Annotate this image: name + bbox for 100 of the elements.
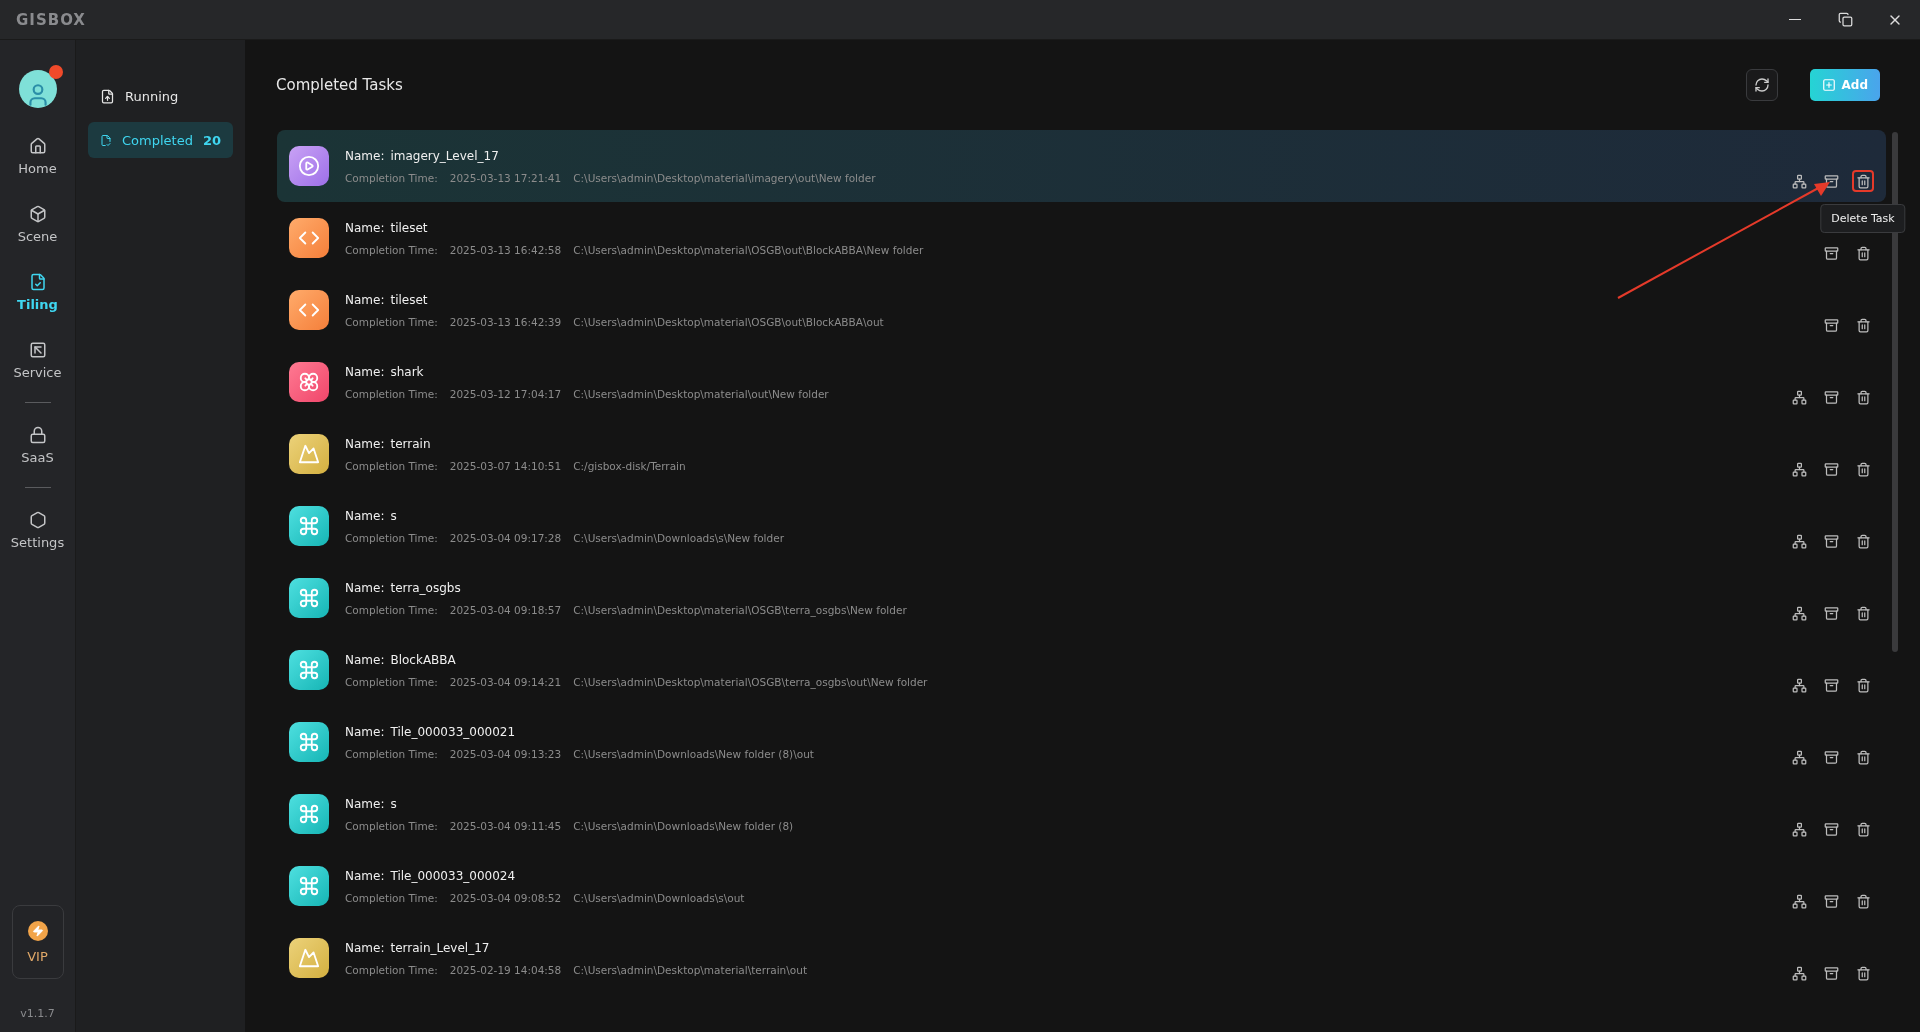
nav-item[interactable]: Scene [0,190,76,258]
name-label: Name: [345,580,385,595]
lightning-icon [27,920,48,941]
time-label: Completion Time: [345,531,438,544]
subnav-item[interactable]: Running [88,78,233,114]
name-label: Name: [345,220,385,235]
completion-time: 2025-03-04 09:14:21 [449,675,562,688]
file-icon [100,132,112,148]
app-logo: GISBOX [16,10,86,29]
task-name: tileset [390,220,428,235]
completion-time: 2025-03-13 16:42:58 [449,243,562,256]
time-label: Completion Time: [345,243,438,256]
name-label: Name: [345,724,385,739]
time-label: Completion Time: [345,747,438,760]
time-label: Completion Time: [345,459,438,472]
nav-item[interactable]: Settings [0,496,76,564]
completion-time: 2025-03-13 17:21:41 [449,171,562,184]
nav-item[interactable]: SaaS [0,411,76,479]
output-path: C:\Users\admin\Desktop\material\terrain\out [573,963,807,976]
notification-badge [48,65,63,79]
time-label: Completion Time: [345,315,438,328]
task-name: s [390,508,397,523]
code-icon [289,218,329,258]
time-label: Completion Time: [345,603,438,616]
refresh-icon [1753,77,1770,93]
nav-item[interactable]: Service [0,326,76,394]
output-path: C:\Users\admin\Desktop\material\OSGB\terra_osgbs\out\New folder [573,675,928,688]
time-label: Completion Time: [345,387,438,400]
time-label: Completion Time: [345,819,438,832]
output-path: C:\Users\admin\Downloads\New folder (8) [573,819,794,832]
file-icon [100,88,115,104]
task-name: terrain [390,436,431,451]
plus-icon [1821,78,1836,92]
command-icon [289,650,329,690]
home-icon [28,136,47,155]
hexagon-icon [28,510,47,529]
completion-time: 2025-03-04 09:11:45 [449,819,562,832]
mountain-icon [289,434,329,474]
output-path: C:\Users\admin\Desktop\material\out\New folder [573,387,829,400]
task-name: imagery_Level_17 [390,148,499,163]
arrow-square-icon [28,340,47,359]
completion-time: 2025-03-13 16:42:39 [449,315,562,328]
command-icon [289,578,329,618]
version-label: v1.1.7 [20,1007,55,1020]
name-label: Name: [345,292,385,307]
restore-icon [1837,12,1853,27]
completion-time: 2025-03-04 09:17:28 [449,531,562,544]
output-path: C:\Users\admin\Desktop\material\OSGB\out\BlockABBA\New folder [573,243,924,256]
name-label: Name: [345,868,385,883]
file-check-icon [28,272,47,291]
completion-time: 2025-03-04 09:08:52 [449,891,562,904]
name-label: Name: [345,796,385,811]
vip-button[interactable]: VIP [11,905,64,979]
name-label: Name: [345,364,385,379]
time-label: Completion Time: [345,171,438,184]
subnav-item[interactable]: Completed 20 [88,122,233,158]
task-name: Tile_000033_000021 [390,724,516,739]
time-label: Completion Time: [345,675,438,688]
command-icon [289,722,329,762]
output-path: C:\Users\admin\Desktop\material\OSGB\out\BlockABBA\out [573,315,884,328]
user-avatar[interactable] [18,70,57,108]
output-path: C:\Users\admin\Desktop\material\OSGB\terra_osgbs\New folder [573,603,907,616]
task-name: Tile_000033_000024 [390,868,516,883]
completion-time: 2025-02-19 14:04:58 [449,963,562,976]
name-label: Name: [345,940,385,955]
task-name: BlockABBA [390,652,456,667]
task-count: 20 [202,132,221,148]
refresh-button[interactable] [1745,69,1778,101]
completion-time: 2025-03-04 09:13:23 [449,747,562,760]
completion-time: 2025-03-12 17:04:17 [449,387,562,400]
time-label: Completion Time: [345,963,438,976]
output-path: C:/gisbox-disk/Terrain [573,459,686,472]
task-name: shark [390,364,424,379]
code-icon [289,290,329,330]
name-label: Name: [345,652,385,667]
tooltip: Delete Task [1820,204,1906,233]
task-name: terrain_Level_17 [390,940,490,955]
minimize-icon [1789,18,1801,21]
cube-icon [28,204,47,223]
mountain-icon [289,938,329,978]
page-title: Completed Tasks [276,76,403,94]
nav-item[interactable]: Home [0,122,76,190]
output-path: C:\Users\admin\Downloads\s\New folder [573,531,784,544]
output-path: C:\Users\admin\Downloads\New folder (8)\out [573,747,814,760]
name-label: Name: [345,508,385,523]
task-name: terra_osgbs [390,580,461,595]
command-icon [289,506,329,546]
flower-icon [289,362,329,402]
name-label: Name: [345,148,385,163]
command-icon [289,794,329,834]
completion-time: 2025-03-07 14:10:51 [449,459,562,472]
lock-icon [28,425,47,444]
name-label: Name: [345,436,385,451]
time-label: Completion Time: [345,891,438,904]
nav-item[interactable]: Tiling [0,258,76,326]
task-name: s [390,796,397,811]
output-path: C:\Users\admin\Downloads\s\out [573,891,745,904]
task-name: tileset [390,292,428,307]
completion-time: 2025-03-04 09:18:57 [449,603,562,616]
command-icon [289,866,329,906]
